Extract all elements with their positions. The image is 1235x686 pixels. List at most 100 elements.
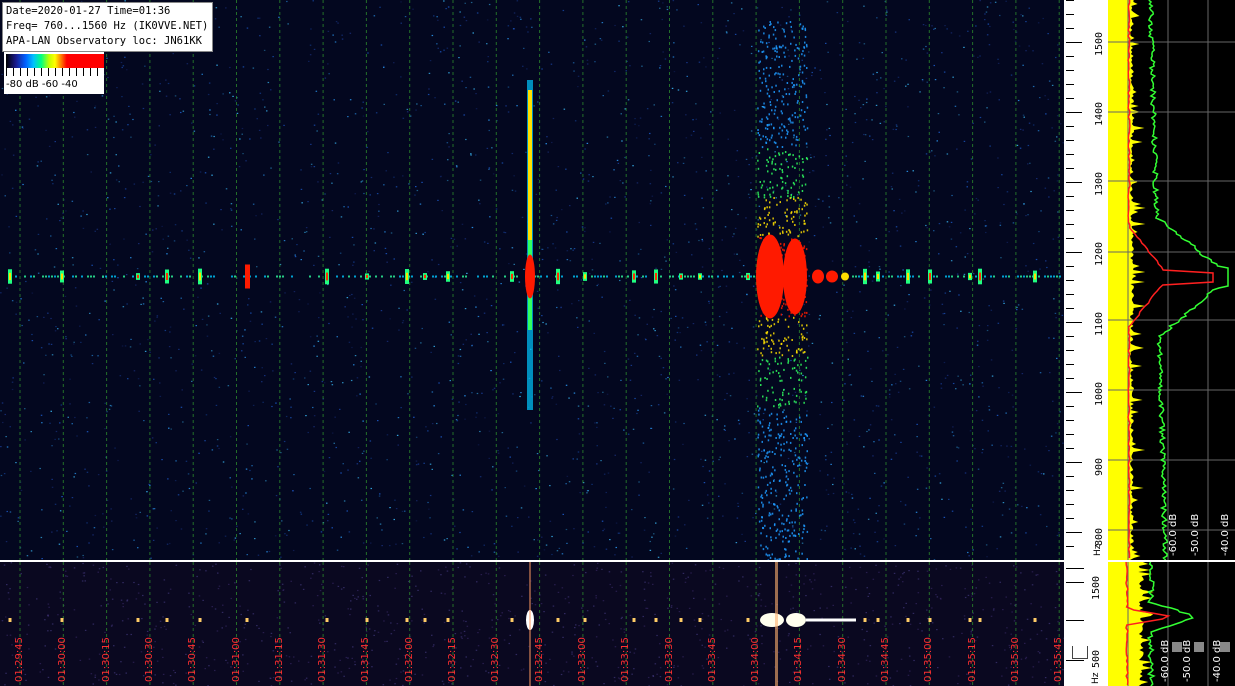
noise-speck (788, 123, 790, 125)
noise-speck (580, 172, 582, 174)
lower-noise-speck (714, 583, 717, 585)
lower-noise-speck (652, 675, 655, 677)
noise-speck (508, 263, 510, 265)
noise-speck (648, 138, 650, 140)
lower-noise-speck (457, 566, 459, 569)
lower-noise-speck (677, 677, 680, 679)
noise-speck (541, 536, 543, 538)
noise-speck (631, 556, 633, 558)
lower-noise-speck (515, 653, 518, 656)
carrier-trace (45, 275, 47, 278)
spectrum-average-fill (1108, 0, 1146, 560)
noise-speck (979, 0, 981, 2)
noise-speck (750, 130, 753, 132)
noise-speck (270, 167, 272, 169)
lower-noise-speck (931, 607, 933, 609)
noise-speck (495, 208, 498, 210)
noise-speck (215, 378, 217, 380)
lower-noise-speck (371, 666, 373, 668)
lower-noise-speck (217, 588, 220, 590)
noise-speck (880, 485, 883, 487)
noise-speck (850, 384, 853, 386)
lower-noise-speck (875, 675, 878, 677)
noise-speck (637, 409, 639, 411)
noise-speck (37, 272, 40, 274)
meteor-burst-speck (757, 50, 760, 53)
noise-speck (168, 346, 171, 348)
lower-noise-speck (609, 583, 611, 586)
noise-speck (309, 44, 312, 46)
meteor-burst-speck (801, 444, 803, 447)
noise-speck (747, 410, 749, 412)
lower-noise-speck (160, 627, 162, 629)
lower-noise-speck (967, 594, 970, 596)
lower-noise-speck (1006, 627, 1008, 629)
noise-speck (215, 7, 218, 9)
noise-speck (377, 215, 380, 217)
noise-speck (85, 334, 87, 336)
noise-speck (146, 515, 149, 517)
noise-speck (268, 26, 271, 28)
meteor-burst-speck (787, 308, 789, 311)
noise-speck (393, 258, 395, 260)
lower-noise-speck (377, 631, 380, 633)
noise-speck (56, 530, 58, 532)
lower-noise-speck (942, 638, 944, 640)
noise-speck (51, 531, 53, 533)
noise-speck (351, 346, 353, 349)
noise-speck (657, 0, 660, 2)
noise-speck (356, 377, 359, 379)
meteor-burst-speck (757, 433, 760, 436)
noise-speck (748, 379, 750, 381)
noise-speck (1045, 113, 1047, 115)
lower-noise-speck (701, 618, 704, 620)
lower-noise-speck (66, 575, 69, 577)
lower-noise-speck (361, 577, 363, 579)
noise-speck (1028, 7, 1030, 9)
time-label: 01:31:30 (317, 637, 329, 682)
noise-speck (124, 345, 127, 347)
meteor-burst-speck (796, 211, 798, 214)
lower-noise-speck (319, 622, 321, 624)
meteor-burst-speck (764, 217, 766, 220)
meteor-burst-speck (770, 412, 773, 415)
noise-speck (207, 93, 210, 96)
noise-speck (989, 91, 992, 93)
lower-noise-speck (633, 652, 636, 654)
noise-speck (814, 205, 817, 207)
noise-speck (566, 231, 568, 233)
noise-speck (698, 61, 701, 63)
noise-speck (349, 99, 352, 101)
meteor-burst-speck (768, 113, 770, 116)
noise-speck (964, 256, 966, 258)
noise-speck (82, 554, 84, 557)
noise-speck (1048, 450, 1050, 452)
lower-noise-speck (514, 615, 516, 617)
lower-noise-speck (949, 568, 952, 570)
noise-speck (946, 221, 949, 223)
noise-speck (456, 245, 458, 247)
meteor-burst-speck (794, 54, 797, 57)
noise-speck (490, 370, 492, 372)
meteor-burst-speck (767, 170, 769, 173)
lower-noise-speck (116, 582, 118, 584)
noise-speck (359, 460, 361, 462)
lower-noise-speck (850, 577, 853, 579)
lower-noise-speck (126, 633, 128, 636)
meteor-burst-speck (783, 498, 785, 501)
noise-speck (706, 341, 708, 343)
noise-speck (329, 173, 332, 175)
noise-speck (420, 105, 422, 107)
noise-speck (433, 345, 435, 347)
time-label: 01:32:45 (533, 637, 545, 682)
lower-noise-speck (852, 675, 854, 677)
noise-speck (670, 317, 672, 319)
noise-speck (768, 41, 770, 44)
noise-speck (757, 219, 759, 221)
carrier-trace (282, 275, 284, 278)
noise-speck (337, 162, 340, 164)
meteor-burst-speck (763, 449, 765, 452)
lower-noise-speck (900, 576, 902, 578)
lower-noise-speck (978, 579, 980, 581)
lower-noise-speck (789, 681, 791, 683)
